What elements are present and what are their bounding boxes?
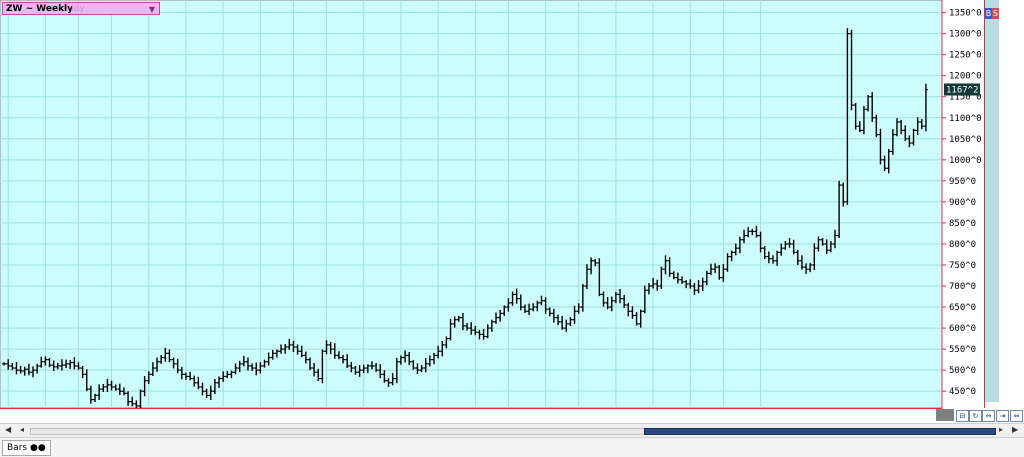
y-tick-label: 650^0 bbox=[949, 303, 976, 313]
y-tick-label: 600^0 bbox=[949, 324, 976, 334]
fit-icon[interactable]: ↔ bbox=[982, 410, 995, 422]
y-tick-label: 950^0 bbox=[949, 177, 976, 187]
y-tick-label: 900^0 bbox=[949, 198, 976, 208]
corner-gray-box bbox=[936, 409, 954, 421]
y-tick-label: 1250^0 bbox=[949, 51, 982, 61]
scroll-step-right-icon[interactable]: ▸ bbox=[999, 425, 1003, 434]
buy-badge[interactable]: B bbox=[985, 8, 992, 19]
y-tick-label: 1200^0 bbox=[949, 72, 982, 82]
scroll-left-icon[interactable]: ◀ bbox=[5, 425, 11, 434]
current-price-label: 1167^2 bbox=[944, 83, 980, 96]
chevron-down-icon[interactable]: ▼ bbox=[149, 3, 155, 16]
y-tick-label: 550^0 bbox=[949, 345, 976, 355]
plot-area[interactable] bbox=[0, 0, 943, 409]
bottom-bar: Bars ●● bbox=[0, 437, 1024, 457]
y-tick-label: 750^0 bbox=[949, 261, 976, 271]
scroll-step-left-icon[interactable]: ◂ bbox=[20, 425, 24, 434]
horizontal-scrollbar[interactable]: ◀ ◂ ▸ ▶ bbox=[0, 423, 1024, 437]
price-chart: 450^0 500^0 550^0 600^0 650^0 700^0 750^0 800^0… bbox=[0, 0, 1022, 422]
y-tick-label: 1000^0 bbox=[949, 156, 982, 166]
tab-bars[interactable]: Bars ●● bbox=[2, 440, 51, 456]
scroll-right-icon[interactable]: ▶ bbox=[1012, 425, 1018, 434]
date-axis bbox=[0, 408, 942, 422]
current-price-text: 1167^2 bbox=[946, 85, 979, 95]
symbol-label: ZW ~ Weekly bbox=[6, 4, 74, 14]
tab-bars-label: Bars bbox=[7, 443, 28, 453]
chart-window: 450^0 500^0 550^0 600^0 650^0 700^0 750^0 800^0… bbox=[0, 0, 1024, 457]
zoom-out-icon[interactable]: ⊟ bbox=[956, 410, 969, 422]
expand-icon[interactable]: ⇔ bbox=[1010, 410, 1023, 422]
y-tick-label: 700^0 bbox=[949, 282, 976, 292]
y-tick-label: 1350^0 bbox=[949, 9, 982, 19]
sell-badge[interactable]: S bbox=[992, 8, 999, 19]
y-tick-label: 450^0 bbox=[949, 387, 976, 397]
right-strip bbox=[985, 0, 999, 402]
y-tick-label: 1050^0 bbox=[949, 135, 982, 145]
refresh-icon[interactable]: ↻ bbox=[969, 410, 982, 422]
glasses-icon: ●● bbox=[29, 443, 46, 453]
scroll-thumb[interactable] bbox=[644, 428, 996, 435]
y-tick-label: 1100^0 bbox=[949, 114, 982, 124]
y-tick-label: 500^0 bbox=[949, 366, 976, 376]
scroll-end-icon[interactable]: ⇥ bbox=[996, 410, 1009, 422]
symbol-ghost-text: ldy bbox=[71, 4, 85, 14]
y-tick-label: 800^0 bbox=[949, 240, 976, 250]
y-tick-label: 850^0 bbox=[949, 219, 976, 229]
y-tick-label: 1300^0 bbox=[949, 30, 982, 40]
symbol-selector[interactable]: ZW ~ Weeklyldy ▼ bbox=[2, 2, 160, 15]
